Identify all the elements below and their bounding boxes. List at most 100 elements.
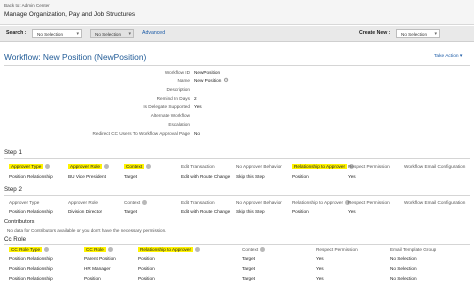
prop-value-delegate: Yes <box>194 104 202 109</box>
cc-row1-relationship: Position <box>138 256 155 261</box>
name-value: New Position <box>194 78 222 83</box>
info-icon <box>195 247 201 253</box>
cc-row3-relationship: Position <box>138 276 155 281</box>
step1-value-relationship: Position <box>292 174 309 179</box>
take-action-label: Take Action <box>434 54 459 59</box>
info-icon <box>103 164 109 170</box>
step1-header-no-approver: No Approver Behavior <box>236 164 282 169</box>
step2-header-email-config: Workflow Email Configuration <box>404 200 466 205</box>
prop-label-alternate: Alternate Workflow <box>150 113 190 118</box>
search-type-select[interactable]: No Selection ▾ <box>32 29 82 38</box>
step2-header-relationship: Relationship to Approver <box>292 200 351 206</box>
prop-value-name: New Position ⚙ <box>194 78 229 84</box>
info-icon <box>45 164 51 170</box>
step2-header-context-text: Context <box>124 200 141 205</box>
step2-header-relationship-text: Relationship to Approver <box>292 200 344 205</box>
create-new-select[interactable]: No Selection ▾ <box>396 29 440 38</box>
prop-label-name: Name <box>177 78 190 83</box>
cc-header-role-type-text: CC Role Type <box>9 247 43 252</box>
step1-value-approver-role: BU Vice President <box>68 174 106 179</box>
cc-header-context-text: Context <box>242 247 259 252</box>
step1-value-approver-type: Position Relationship <box>9 174 53 179</box>
cc-row3-email-template: No Selection <box>390 276 417 281</box>
step2-value-respect-permission: Yes <box>348 209 356 214</box>
step2-value-edit-transaction: Edit with Route Change <box>181 209 231 214</box>
step1-header-respect-permission: Respect Permission <box>348 164 390 169</box>
step1-header-relationship-text: Relationship to Approver <box>292 164 348 169</box>
step2-header-respect-permission: Respect Permission <box>348 200 390 205</box>
search-value-value: No Selection <box>95 32 122 37</box>
prop-label-description: Description <box>166 87 190 92</box>
step1-header-email-config: Workflow Email Configuration <box>404 164 466 169</box>
chevron-down-icon: ▾ <box>76 31 79 37</box>
step1-header-approver-role: Approver Role <box>68 164 109 170</box>
back-link[interactable]: Back to: Admin Center <box>4 3 50 8</box>
cc-header-respect-permission: Respect Permission <box>316 247 358 252</box>
create-new-value: No Selection <box>401 32 428 37</box>
step2-header-no-approver: No Approver Behavior <box>236 200 282 205</box>
step1-header-approver-type-text: Approver Type <box>9 164 44 169</box>
step1-header-relationship: Relationship to Approver <box>292 164 355 170</box>
divider <box>4 65 470 66</box>
step1-header-approver-type: Approver Type <box>9 164 51 170</box>
chevron-down-icon: ▾ <box>459 54 463 59</box>
divider <box>4 158 470 159</box>
globe-icon[interactable]: ⚙ <box>223 78 228 84</box>
prop-label-workflow-id: Workflow ID <box>164 70 190 75</box>
search-label: Search : <box>6 30 27 36</box>
prop-label-redirect: Redirect CC Users To Workflow Approval P… <box>92 131 190 136</box>
info-icon <box>142 200 148 206</box>
take-action-menu[interactable]: Take Action ▾ <box>434 54 462 59</box>
chevron-down-icon: ▾ <box>434 31 437 37</box>
step1-header-edit-transaction: Edit Transaction <box>181 164 215 169</box>
prop-label-escalation: Escalation <box>168 122 190 127</box>
info-icon <box>146 164 152 170</box>
info-icon <box>260 247 266 253</box>
prop-value-workflow-id: NewPosition <box>194 70 221 75</box>
info-icon <box>107 247 113 253</box>
step2-header-approver-type: Approver Type <box>9 200 40 205</box>
create-new-label: Create New : <box>359 30 391 36</box>
step2-value-approver-role: Division Director <box>68 209 103 214</box>
step1-header-context-text: Context <box>124 164 145 169</box>
cc-row2-role-type: Position Relationship <box>9 266 53 271</box>
step2-value-no-approver: Skip this Step <box>236 209 265 214</box>
cc-header-relationship: Relationship to Approver <box>138 247 201 253</box>
prop-value-remind: 2 <box>194 96 197 101</box>
workflow-title: Workflow: New Position (NewPosition) <box>4 52 147 62</box>
contributors-note: No data for Contributors available or yo… <box>7 228 167 233</box>
step1-header-approver-role-text: Approver Role <box>68 164 102 169</box>
contributors-title: Contributors <box>4 219 35 225</box>
step1-header-context: Context <box>124 164 152 170</box>
page-title: Manage Organization, Pay and Job Structu… <box>4 11 136 18</box>
cc-row3-respect-permission: Yes <box>316 276 324 281</box>
cc-header-role-type: CC Role Type <box>9 247 50 253</box>
cc-row1-role: Parent Position <box>84 256 116 261</box>
cc-row2-respect-permission: Yes <box>316 266 324 271</box>
step1-value-context: Target <box>124 174 138 179</box>
info-icon <box>44 247 50 253</box>
divider <box>4 244 470 245</box>
cc-role-title: Cc Role <box>4 236 27 243</box>
cc-row1-context: Target <box>242 256 256 261</box>
cc-row3-role-type: Position Relationship <box>9 276 53 281</box>
step2-value-approver-type: Position Relationship <box>9 209 53 214</box>
step1-value-edit-transaction: Edit with Route Change <box>181 174 231 179</box>
prop-value-redirect: No <box>194 131 200 136</box>
cc-header-role-text: CC Role <box>84 247 106 252</box>
cc-row2-role: HR Manager <box>84 266 111 271</box>
advanced-link[interactable]: Advanced <box>142 30 165 36</box>
step2-header-edit-transaction: Edit Transaction <box>181 200 215 205</box>
step2-header-approver-role: Approver Role <box>68 200 98 205</box>
cc-row2-relationship: Position <box>138 266 155 271</box>
cc-row2-context: Target <box>242 266 256 271</box>
step1-value-respect-permission: Yes <box>348 174 356 179</box>
cc-row1-respect-permission: Yes <box>316 256 324 261</box>
cc-header-role: CC Role <box>84 247 113 253</box>
step2-value-context: Target <box>124 209 138 214</box>
step2-value-relationship: Position <box>292 209 309 214</box>
cc-row3-context: Target <box>242 276 256 281</box>
prop-label-remind: Remind In Days <box>156 96 190 101</box>
chevron-down-icon: ▾ <box>128 31 131 37</box>
search-value-select[interactable]: No Selection ▾ <box>90 29 134 38</box>
